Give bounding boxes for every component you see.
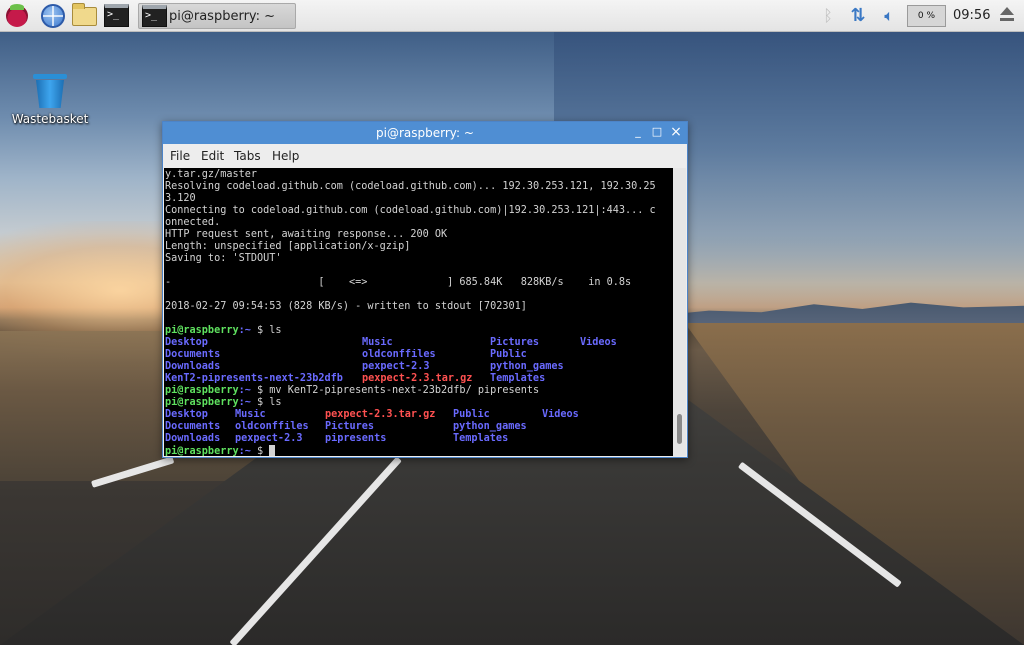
ls-entry-dir: Public — [490, 349, 527, 360]
ls-entry-dir: Downloads — [165, 361, 221, 372]
ls-entry-dir: python_games — [490, 361, 564, 372]
taskbar: >_ >_ pi@raspberry: ~ ᛒ ⇅ 🔈︎ 0 % 09:56 — [0, 0, 1024, 32]
ls-entry-dir: Desktop — [165, 409, 208, 420]
prompt-cwd: :~ — [238, 397, 251, 408]
ls-entry-dir: Music — [235, 409, 266, 420]
ls-listing-2: Desktop Documents Downloads Music oldcon… — [165, 409, 673, 445]
vertical-scrollbar[interactable] — [673, 168, 686, 456]
volume-icon[interactable]: 🔈︎ — [878, 6, 900, 26]
menu-bar: File Edit Tabs Help — [163, 144, 687, 168]
taskbar-window-label: pi@raspberry: ~ — [169, 9, 276, 24]
file-manager-icon[interactable] — [72, 3, 97, 26]
cpu-usage-monitor[interactable]: 0 % — [907, 5, 946, 27]
output-line: Resolving codeload.github.com (codeload.… — [165, 181, 656, 192]
output-line: Connecting to codeload.github.com (codel… — [165, 205, 656, 216]
close-button[interactable]: × — [669, 125, 683, 139]
maximize-button[interactable]: □ — [650, 125, 664, 139]
command-line: pi@raspberry:~ $ mv KenT2-pipresents-nex… — [165, 385, 673, 397]
window-titlebar[interactable]: pi@raspberry: ~ _ □ × — [163, 122, 687, 144]
ls-entry-dir: Pictures — [325, 421, 375, 432]
ls-entry-dir: pexpect-2.3 — [235, 433, 303, 444]
ls-entry-dir: pipresents — [325, 433, 387, 444]
prompt-cwd: :~ — [238, 446, 251, 456]
output-line: 3.120 — [165, 193, 196, 204]
prompt-cwd: :~ — [238, 385, 251, 396]
progress-line: - [ <=> ] 685.84K 828KB/s in 0.8s — [165, 277, 632, 288]
ls-entry-dir: Templates — [490, 373, 546, 384]
wastebasket-label: Wastebasket — [11, 112, 89, 126]
output-line: HTTP request sent, awaiting response... … — [165, 229, 448, 240]
wastebasket-desktop-icon[interactable]: Wastebasket — [8, 74, 92, 134]
prompt-user-host: pi@raspberry — [165, 446, 239, 456]
taskbar-window-button[interactable]: >_ pi@raspberry: ~ — [138, 3, 296, 29]
ls-entry-dir: Documents — [165, 349, 221, 360]
raspberry-menu-icon[interactable] — [6, 4, 28, 27]
prompt-user-host: pi@raspberry — [165, 397, 239, 408]
prompt-user-host: pi@raspberry — [165, 385, 239, 396]
clock[interactable]: 09:56 — [953, 8, 990, 23]
bluetooth-icon[interactable]: ᛒ — [819, 6, 837, 26]
output-line: onnected. — [165, 217, 221, 228]
command-line: pi@raspberry:~ $ ls — [165, 397, 673, 409]
output-line: Saving to: 'STDOUT' — [165, 253, 282, 264]
prompt-user-host: pi@raspberry — [165, 325, 239, 336]
ls-entry-dir: Music — [362, 337, 393, 348]
output-line: 2018-02-27 09:54:53 (828 KB/s) - written… — [165, 301, 527, 312]
menu-tabs[interactable]: Tabs — [234, 149, 261, 163]
command-text: $ ls — [257, 397, 282, 408]
command-line: pi@raspberry:~ $ ls — [165, 325, 673, 337]
command-text: $ mv KenT2-pipresents-next-23b2dfb/ pipr… — [257, 385, 540, 396]
terminal-icon: >_ — [142, 5, 167, 27]
minimize-button[interactable]: _ — [631, 125, 645, 139]
scrollbar-thumb[interactable] — [677, 414, 682, 444]
menu-help[interactable]: Help — [272, 149, 299, 163]
ls-entry-dir: Desktop — [165, 337, 208, 348]
terminal-output[interactable]: y.tar.gz/master Resolving codeload.githu… — [164, 168, 673, 456]
web-browser-icon[interactable] — [41, 4, 65, 28]
menu-edit[interactable]: Edit — [201, 149, 224, 163]
ls-entry-dir: Downloads — [165, 433, 221, 444]
ls-entry-dir: Documents — [165, 421, 221, 432]
menu-file[interactable]: File — [170, 149, 190, 163]
output-line: Length: unspecified [application/x-gzip] — [165, 241, 411, 252]
ls-listing-1: Desktop Documents Downloads KenT2-pipres… — [165, 337, 673, 385]
ls-entry-dir: oldconffiles — [235, 421, 309, 432]
ls-entry-dir: KenT2-pipresents-next-23b2dfb — [165, 373, 343, 384]
command-text: $ — [257, 446, 270, 456]
terminal-window: pi@raspberry: ~ _ □ × File Edit Tabs Hel… — [162, 121, 688, 458]
ls-entry-dir: python_games — [453, 421, 527, 432]
ls-entry-dir: Videos — [580, 337, 617, 348]
network-icon[interactable]: ⇅ — [848, 6, 868, 28]
ls-entry-dir: Public — [453, 409, 490, 420]
ls-entry-archive: pexpect-2.3.tar.gz — [362, 373, 473, 384]
ls-entry-dir: Templates — [453, 433, 509, 444]
terminal-launcher-icon[interactable]: >_ — [104, 4, 129, 27]
ls-entry-archive: pexpect-2.3.tar.gz — [325, 409, 436, 420]
text-cursor — [269, 445, 276, 456]
prompt-cwd: :~ — [238, 325, 251, 336]
trash-icon — [33, 74, 67, 108]
command-line: pi@raspberry:~ $ — [165, 445, 673, 456]
ls-entry-dir: oldconffiles — [362, 349, 436, 360]
window-title: pi@raspberry: ~ — [376, 126, 474, 140]
command-text: $ ls — [257, 325, 282, 336]
eject-icon[interactable] — [999, 7, 1015, 23]
output-line: y.tar.gz/master — [165, 169, 258, 180]
ls-entry-dir: Videos — [542, 409, 579, 420]
ls-entry-dir: pexpect-2.3 — [362, 361, 430, 372]
